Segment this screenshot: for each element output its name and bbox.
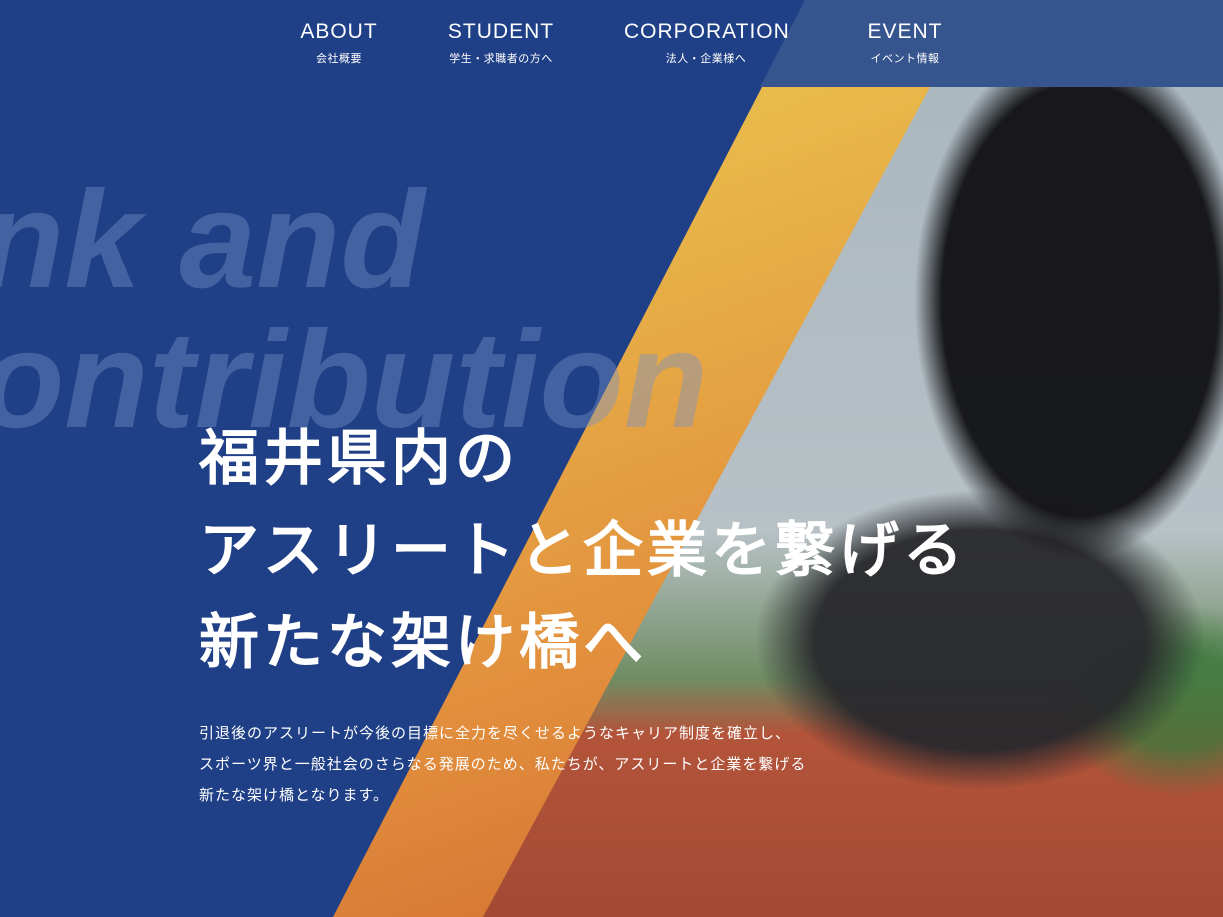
main-nav: ABOUT 会社概要 STUDENT 学生・求職者の方へ CORPORATION… xyxy=(0,0,1223,87)
body-line-3: 新たな架け橋となります。 xyxy=(199,786,390,804)
hero-body: 引退後のアスリートが今後の目標に全力を尽くせるようなキャリア制度を確立し、 スポ… xyxy=(199,718,806,811)
nav-label-corporation: CORPORATION xyxy=(624,20,790,43)
body-line-2: スポーツ界と一般社会のさらなる発展のため、私たちが、アスリートと企業を繋げる xyxy=(199,755,807,773)
hero-headline: 福井県内の アスリートと企業を繋げる 新たな架け橋へ xyxy=(199,413,967,689)
headline-line-1: 福井県内の xyxy=(199,424,519,494)
headline-line-3: 新たな架け橋へ xyxy=(199,608,647,678)
body-line-1: 引退後のアスリートが今後の目標に全力を尽くせるようなキャリア制度を確立し、 xyxy=(199,724,792,742)
nav-sub-corporation: 法人・企業様へ xyxy=(665,52,747,65)
nav-item-event[interactable]: EVENT イベント情報 xyxy=(866,20,944,66)
nav-label-student: STUDENT xyxy=(447,20,555,43)
nav-sub-about: 会社概要 xyxy=(316,52,362,65)
nav-item-corporation[interactable]: CORPORATION 法人・企業様へ xyxy=(624,20,790,66)
background-text-line-1: nk and xyxy=(0,163,425,317)
nav-label-event: EVENT xyxy=(867,20,943,43)
nav-label-about: ABOUT xyxy=(300,20,378,43)
nav-sub-event: イベント情報 xyxy=(870,52,940,65)
nav-sub-student: 学生・求職者の方へ xyxy=(449,52,553,65)
background-decorative-text: nk and ontribution xyxy=(0,170,708,450)
header-nav-bar: ABOUT 会社概要 STUDENT 学生・求職者の方へ CORPORATION… xyxy=(0,0,1223,87)
headline-line-2: アスリートと企業を繋げる xyxy=(199,516,967,586)
nav-item-student[interactable]: STUDENT 学生・求職者の方へ xyxy=(446,20,556,66)
nav-item-about[interactable]: ABOUT 会社概要 xyxy=(300,20,378,66)
